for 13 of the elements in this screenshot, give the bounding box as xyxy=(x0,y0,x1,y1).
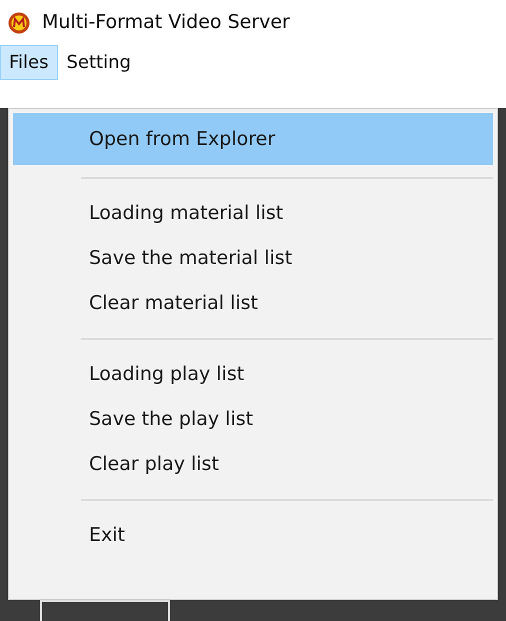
menu-bar-item[interactable]: Files xyxy=(0,45,58,80)
menu-item[interactable]: Clear material list xyxy=(13,281,493,326)
menu-item[interactable]: Save the material list xyxy=(13,236,493,281)
menu-item[interactable]: Exit xyxy=(13,513,493,558)
app-logo-icon xyxy=(8,12,30,34)
menu-item[interactable]: Open from Explorer xyxy=(13,113,493,165)
window-title: Multi-Format Video Server xyxy=(42,10,290,36)
tab[interactable] xyxy=(40,600,170,621)
menu-item[interactable]: Clear play list xyxy=(13,442,493,487)
menu-item[interactable]: Loading material list xyxy=(13,191,493,236)
menu-item[interactable]: Save the play list xyxy=(13,397,493,442)
menu-bar-item[interactable]: Setting xyxy=(58,45,140,80)
menu-item[interactable]: Loading play list xyxy=(13,352,493,397)
